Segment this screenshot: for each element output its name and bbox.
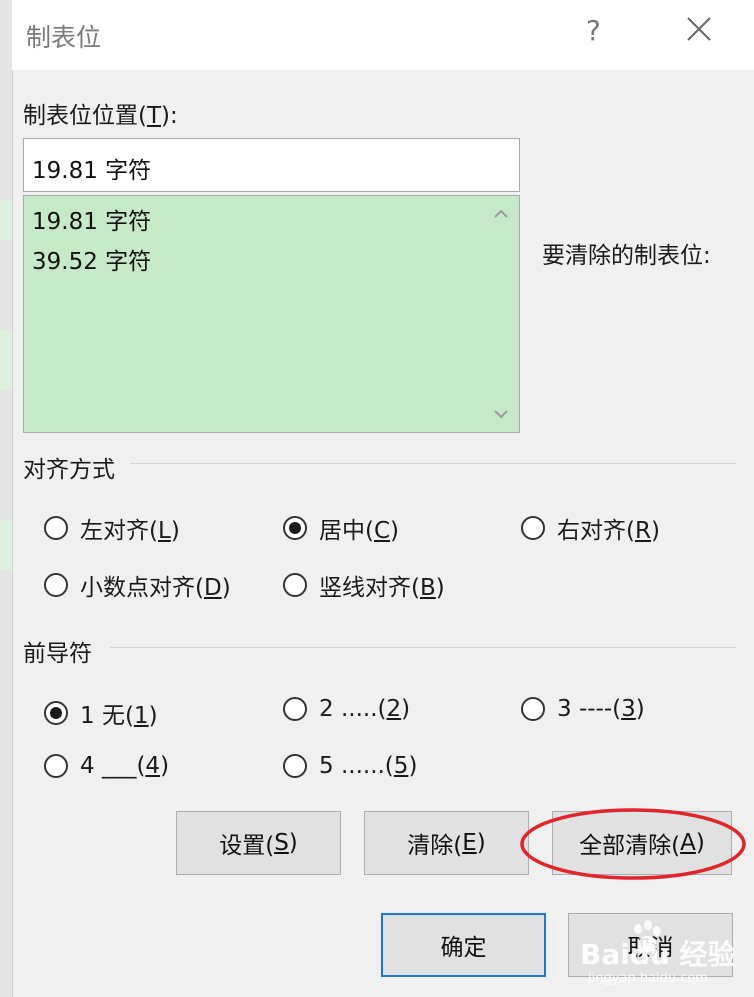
leader-underline-radio[interactable]: 4 ___(4): [44, 753, 169, 779]
ok-button[interactable]: 确定: [381, 913, 546, 977]
tab-stop-list[interactable]: 19.81 字符 39.52 字符: [23, 195, 520, 433]
align-decimal-radio[interactable]: 小数点对齐(D): [44, 568, 231, 602]
title-bar: 制表位 ?: [12, 0, 754, 70]
set-button[interactable]: 设置(S): [176, 811, 341, 875]
background-window-edge: [0, 0, 13, 997]
radio-circle: [521, 516, 545, 540]
align-center-radio[interactable]: 居中(C): [283, 511, 399, 545]
list-item[interactable]: 19.81 字符: [32, 202, 151, 242]
divider: [110, 647, 736, 648]
leader-middot-radio[interactable]: 5 ......(5): [283, 753, 417, 779]
leader-dashes-radio[interactable]: 3 ----(3): [521, 696, 645, 722]
radio-circle: [44, 754, 68, 778]
align-right-radio[interactable]: 右对齐(R): [521, 511, 660, 545]
clear-button[interactable]: 清除(E): [364, 811, 529, 875]
radio-circle: [44, 516, 68, 540]
help-button[interactable]: ?: [586, 14, 601, 47]
radio-circle: [283, 697, 307, 721]
tab-position-label: 制表位位置(T):: [23, 103, 178, 129]
cancel-button[interactable]: 取消: [568, 913, 733, 977]
clear-all-button[interactable]: 全部清除(A): [552, 811, 732, 875]
leader-dots-radio[interactable]: 2 .....(2): [283, 696, 410, 722]
close-button[interactable]: [684, 14, 714, 44]
scroll-up-icon[interactable]: [491, 204, 511, 224]
dialog-title: 制表位: [26, 23, 102, 52]
alignment-group-title: 对齐方式: [23, 450, 125, 484]
list-scrollbar[interactable]: [483, 196, 519, 432]
scroll-down-icon[interactable]: [491, 404, 511, 424]
radio-circle: [283, 573, 307, 597]
radio-circle-selected: [44, 701, 68, 725]
tab-position-input[interactable]: [23, 138, 520, 192]
radio-circle: [44, 573, 68, 597]
close-icon: [687, 17, 711, 41]
divider: [130, 463, 736, 464]
leader-group-title: 前导符: [23, 634, 102, 668]
radio-circle: [283, 754, 307, 778]
align-left-radio[interactable]: 左对齐(L): [44, 511, 180, 545]
radio-circle: [521, 697, 545, 721]
radio-circle-selected: [283, 516, 307, 540]
leader-none-radio[interactable]: 1 无(1): [44, 696, 158, 730]
list-item[interactable]: 39.52 字符: [32, 242, 151, 282]
align-bar-radio[interactable]: 竖线对齐(B): [283, 568, 445, 602]
clear-tabs-label: 要清除的制表位:: [542, 243, 711, 269]
